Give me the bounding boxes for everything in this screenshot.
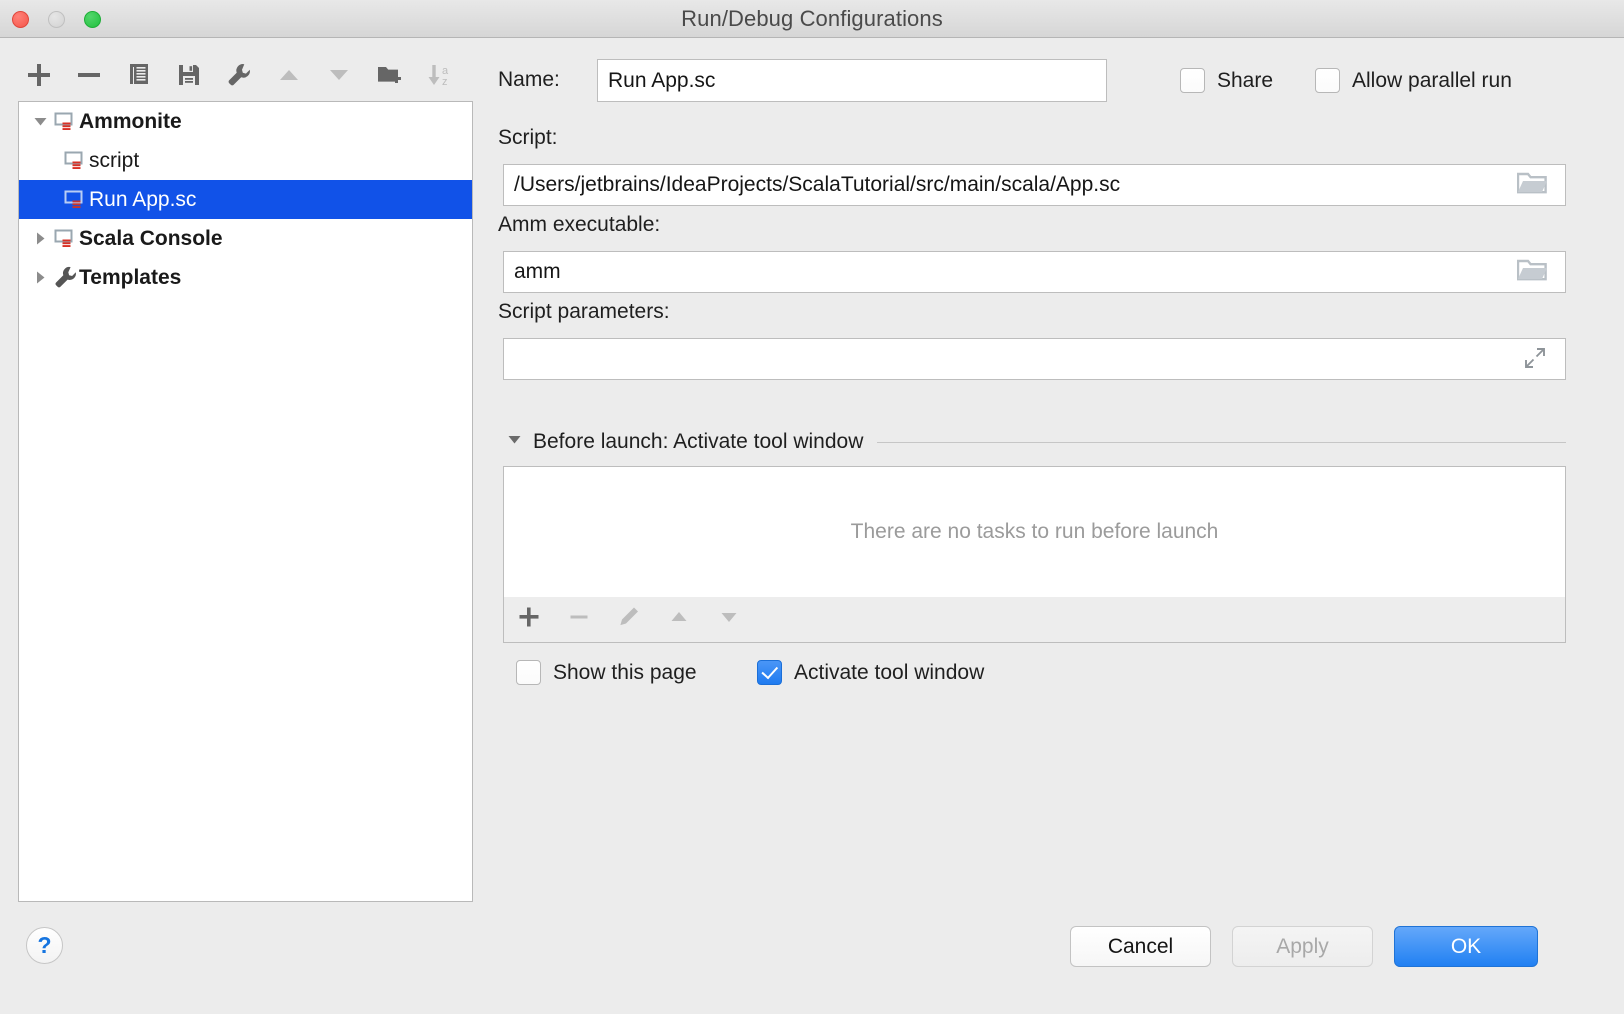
- tree-item-label: Templates: [79, 266, 181, 290]
- edit-templates-button[interactable]: [218, 52, 260, 98]
- wrench-icon: [51, 258, 79, 297]
- folder-icon: [1517, 171, 1547, 200]
- script-parameters-input[interactable]: [503, 338, 1566, 380]
- svg-text:z: z: [442, 76, 448, 88]
- move-up-button[interactable]: [268, 52, 310, 98]
- before-launch-tasks-list[interactable]: There are no tasks to run before launch: [503, 466, 1566, 598]
- chevron-down-icon[interactable]: [29, 102, 51, 141]
- show-this-page-checkbox[interactable]: [516, 660, 541, 685]
- new-folder-button[interactable]: [368, 52, 410, 98]
- arrow-up-icon: [276, 62, 302, 88]
- plus-icon: [517, 605, 541, 634]
- amm-executable-input[interactable]: amm: [503, 251, 1566, 293]
- name-input-value: Run App.sc: [608, 69, 715, 93]
- show-this-page-label: Show this page: [553, 661, 697, 685]
- apply-button[interactable]: Apply: [1232, 926, 1373, 967]
- arrow-down-icon: [326, 62, 352, 88]
- configuration-editor: Name: Run App.sc Share Allow parallel ru…: [498, 52, 1606, 902]
- remove-task-button[interactable]: [554, 597, 604, 642]
- pencil-icon: [617, 605, 641, 634]
- scala-script-icon: [61, 141, 89, 180]
- tree-item-label: Ammonite: [79, 110, 182, 134]
- edit-task-button[interactable]: [604, 597, 654, 642]
- allow-parallel-run-checkbox[interactable]: [1315, 68, 1340, 93]
- save-icon: [176, 62, 202, 88]
- scala-script-icon: [51, 219, 79, 258]
- chevron-right-icon[interactable]: [29, 258, 51, 297]
- add-configuration-button[interactable]: [18, 52, 60, 98]
- apply-button-label: Apply: [1276, 935, 1329, 959]
- amm-executable-label: Amm executable:: [498, 213, 660, 237]
- before-launch-toolbar: [503, 597, 1566, 643]
- minus-icon: [567, 605, 591, 634]
- sort-az-icon: a z: [425, 61, 453, 89]
- tree-item-templates[interactable]: Templates: [19, 258, 472, 297]
- tree-item-ammonite[interactable]: Ammonite: [19, 102, 472, 141]
- script-label: Script:: [498, 126, 558, 150]
- amm-executable-value: amm: [514, 260, 561, 284]
- arrow-up-icon: [668, 606, 690, 633]
- tree-item-script[interactable]: script: [19, 141, 472, 180]
- expand-diagonal-icon: [1523, 346, 1547, 375]
- tree-item-label: Scala Console: [79, 227, 223, 251]
- move-task-down-button[interactable]: [704, 597, 754, 642]
- share-label: Share: [1217, 69, 1273, 93]
- run-debug-configurations-dialog: Run/Debug Configurations: [0, 0, 1624, 1014]
- allow-parallel-run-checkbox-row[interactable]: Allow parallel run: [1315, 68, 1512, 93]
- tree-item-run-app-sc[interactable]: Run App.sc: [19, 180, 472, 219]
- arrow-down-icon: [718, 606, 740, 633]
- cancel-button-label: Cancel: [1108, 935, 1173, 959]
- script-parameters-label: Script parameters:: [498, 300, 670, 324]
- show-this-page-checkbox-row[interactable]: Show this page: [516, 660, 697, 685]
- activate-tool-window-checkbox[interactable]: [757, 660, 782, 685]
- chevron-right-icon[interactable]: [29, 219, 51, 258]
- ok-button-label: OK: [1451, 935, 1481, 959]
- question-mark-icon: ?: [37, 932, 51, 959]
- remove-configuration-button[interactable]: [68, 52, 110, 98]
- ok-button[interactable]: OK: [1394, 926, 1538, 967]
- activate-tool-window-label: Activate tool window: [794, 661, 984, 685]
- script-path-value: /Users/jetbrains/IdeaProjects/ScalaTutor…: [514, 173, 1120, 197]
- window-title: Run/Debug Configurations: [0, 0, 1624, 37]
- script-path-input[interactable]: /Users/jetbrains/IdeaProjects/ScalaTutor…: [503, 164, 1566, 206]
- before-launch-empty-text: There are no tasks to run before launch: [851, 520, 1219, 544]
- copy-configuration-button[interactable]: [118, 52, 160, 98]
- scala-script-icon: [61, 180, 89, 219]
- allow-parallel-run-label: Allow parallel run: [1352, 69, 1512, 93]
- activate-tool-window-checkbox-row[interactable]: Activate tool window: [757, 660, 984, 685]
- title-bar: Run/Debug Configurations: [0, 0, 1624, 38]
- amm-browse-button[interactable]: [1512, 259, 1552, 285]
- cancel-button[interactable]: Cancel: [1070, 926, 1211, 967]
- wrench-icon: [226, 62, 252, 88]
- move-task-up-button[interactable]: [654, 597, 704, 642]
- name-input[interactable]: Run App.sc: [597, 59, 1107, 102]
- share-checkbox[interactable]: [1180, 68, 1205, 93]
- minus-icon: [76, 62, 102, 88]
- section-divider: [877, 442, 1566, 443]
- share-checkbox-row[interactable]: Share: [1180, 68, 1273, 93]
- folder-icon: [1517, 258, 1547, 287]
- help-button[interactable]: ?: [26, 927, 63, 964]
- configurations-toolbar: a z: [18, 52, 474, 100]
- move-down-button[interactable]: [318, 52, 360, 98]
- copy-icon: [126, 62, 152, 88]
- name-label: Name:: [498, 68, 560, 92]
- plus-icon: [26, 62, 52, 88]
- script-browse-button[interactable]: [1512, 172, 1552, 198]
- tree-item-scala-console[interactable]: Scala Console: [19, 219, 472, 258]
- add-task-button[interactable]: [504, 597, 554, 642]
- before-launch-header[interactable]: Before launch: Activate tool window: [506, 430, 1566, 454]
- folder-plus-icon: [376, 62, 402, 88]
- before-launch-title: Before launch: Activate tool window: [533, 430, 863, 454]
- scala-script-icon: [51, 102, 79, 141]
- configurations-tree[interactable]: Ammonite script: [18, 101, 473, 902]
- chevron-down-icon[interactable]: [506, 431, 523, 453]
- tree-item-label: Run App.sc: [89, 188, 196, 212]
- expand-parameters-button[interactable]: [1518, 348, 1552, 372]
- save-configuration-button[interactable]: [168, 52, 210, 98]
- tree-item-label: script: [89, 149, 139, 173]
- sort-configurations-button[interactable]: a z: [418, 52, 460, 98]
